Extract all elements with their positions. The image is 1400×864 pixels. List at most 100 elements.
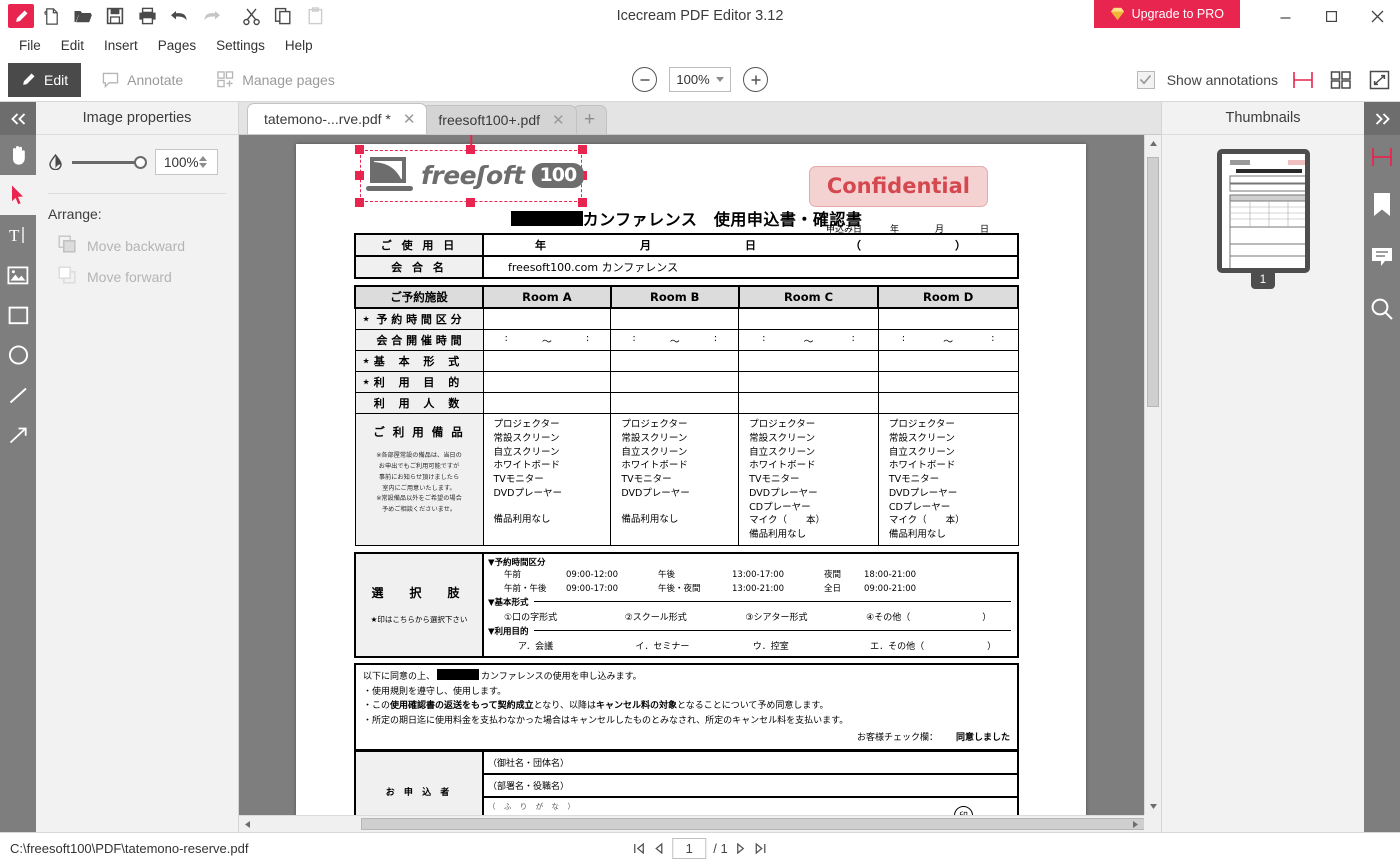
- cell-format-c[interactable]: [738, 350, 879, 372]
- resize-handle-ne[interactable]: [578, 145, 587, 154]
- opacity-slider-knob[interactable]: [134, 155, 147, 169]
- cell-attendees-c[interactable]: [738, 392, 879, 414]
- arrow-tool-icon[interactable]: [0, 415, 36, 455]
- resize-handle-s[interactable]: [466, 198, 475, 207]
- new-file-icon[interactable]: [36, 2, 66, 30]
- save-icon[interactable]: [100, 2, 130, 30]
- bookmark-icon[interactable]: [1364, 179, 1400, 231]
- cell-hours-b[interactable]: : ～:: [610, 329, 740, 351]
- equipment-list-a[interactable]: プロジェクター 常設スクリーン 自立スクリーン ホワイトボード TVモニター D…: [482, 413, 612, 546]
- tab-freesoft100[interactable]: freesoft100+.pdf ✕: [421, 105, 577, 134]
- pdf-page[interactable]: freeʃoft 100 Confidential 申込み日 年 月 日 カンフ…: [296, 135, 1086, 832]
- next-page-button[interactable]: [735, 843, 748, 854]
- fullscreen-icon[interactable]: [1366, 68, 1392, 92]
- mode-edit-button[interactable]: Edit: [8, 62, 82, 97]
- image-tool-icon[interactable]: [0, 255, 36, 295]
- last-page-button[interactable]: [755, 843, 768, 854]
- first-page-button[interactable]: [632, 843, 645, 854]
- cell-purpose-a[interactable]: [482, 371, 612, 393]
- tab-tatemono-reserve[interactable]: tatemono-...rve.pdf * ✕: [247, 103, 428, 134]
- menu-help[interactable]: Help: [276, 35, 322, 56]
- minimize-button[interactable]: [1262, 0, 1308, 32]
- menu-insert[interactable]: Insert: [95, 35, 147, 56]
- new-tab-button[interactable]: +: [572, 105, 607, 134]
- cell-format-a[interactable]: [482, 350, 612, 372]
- cell-purpose-b[interactable]: [610, 371, 740, 393]
- use-date-value-cell[interactable]: 年 月 日 （ ）: [482, 233, 1019, 257]
- hand-tool-icon[interactable]: [0, 135, 36, 175]
- resize-handle-se[interactable]: [578, 198, 587, 207]
- vertical-scrollbar-thumb[interactable]: [1147, 157, 1159, 407]
- line-tool-icon[interactable]: [0, 375, 36, 415]
- cell-timeslot-c[interactable]: [738, 307, 879, 330]
- confidential-stamp[interactable]: Confidential: [808, 166, 988, 207]
- cell-timeslot-b[interactable]: [610, 307, 740, 330]
- meeting-name-value[interactable]: freesoft100.com カンファレンス: [482, 255, 1019, 279]
- selected-logo-image[interactable]: freeʃoft 100: [355, 135, 587, 207]
- menu-file[interactable]: File: [10, 35, 50, 56]
- scroll-right-button[interactable]: [1127, 820, 1144, 829]
- zoom-level-select[interactable]: 100%: [669, 67, 731, 92]
- move-forward-button[interactable]: Move forward: [36, 261, 238, 292]
- menu-edit[interactable]: Edit: [52, 35, 93, 56]
- menu-pages[interactable]: Pages: [149, 35, 205, 56]
- pdf-viewport[interactable]: freeʃoft 100 Confidential 申込み日 年 月 日 カンフ…: [239, 135, 1161, 832]
- cell-attendees-a[interactable]: [482, 392, 612, 414]
- resize-handle-n[interactable]: [466, 145, 475, 154]
- opacity-slider[interactable]: [72, 155, 147, 169]
- horizontal-scrollbar[interactable]: [239, 815, 1149, 832]
- previous-page-button[interactable]: [652, 843, 665, 854]
- upgrade-to-pro-button[interactable]: Upgrade to PRO: [1093, 0, 1240, 28]
- comment-icon[interactable]: [1364, 231, 1400, 283]
- show-annotations-checkbox[interactable]: [1136, 70, 1155, 89]
- resize-handle-w[interactable]: [355, 171, 364, 180]
- rectangle-tool-icon[interactable]: [0, 295, 36, 335]
- equipment-list-d[interactable]: プロジェクター 常設スクリーン 自立スクリーン ホワイトボード TVモニター D…: [877, 413, 1019, 546]
- cell-purpose-d[interactable]: [877, 371, 1019, 393]
- equipment-list-b[interactable]: プロジェクター 常設スクリーン 自立スクリーン ホワイトボード TVモニター D…: [610, 413, 740, 546]
- cell-hours-d[interactable]: : ～:: [877, 329, 1019, 351]
- tab-close-icon[interactable]: ✕: [403, 112, 416, 127]
- edit-pencil-icon[interactable]: [8, 4, 34, 28]
- open-folder-icon[interactable]: [68, 2, 98, 30]
- ellipse-tool-icon[interactable]: [0, 335, 36, 375]
- cell-hours-c[interactable]: : ～:: [738, 329, 879, 351]
- cell-attendees-b[interactable]: [610, 392, 740, 414]
- close-button[interactable]: [1354, 0, 1400, 32]
- resize-handle-sw[interactable]: [355, 198, 364, 207]
- equipment-list-c[interactable]: プロジェクター 常設スクリーン 自立スクリーン ホワイトボード TVモニター D…: [738, 413, 879, 546]
- department-field[interactable]: （部署名・役職名）: [482, 772, 1019, 798]
- zoom-out-button[interactable]: [632, 67, 657, 92]
- maximize-button[interactable]: [1308, 0, 1354, 32]
- grid-view-icon[interactable]: [1328, 68, 1354, 92]
- resize-handle-nw[interactable]: [355, 145, 364, 154]
- scroll-down-button[interactable]: [1145, 798, 1161, 815]
- horizontal-scrollbar-thumb[interactable]: [361, 818, 1149, 830]
- opacity-input[interactable]: 100%: [155, 149, 218, 175]
- page-thumbnail[interactable]: [1216, 149, 1310, 273]
- menu-settings[interactable]: Settings: [207, 35, 274, 56]
- collapse-left-panel-button[interactable]: [0, 102, 36, 135]
- select-arrow-icon[interactable]: [0, 175, 36, 215]
- vertical-scrollbar[interactable]: [1144, 135, 1161, 815]
- split-view-icon[interactable]: [1364, 135, 1400, 179]
- text-tool-icon[interactable]: T: [0, 215, 36, 255]
- cut-icon[interactable]: [236, 2, 266, 30]
- stepper-up-icon[interactable]: [198, 156, 207, 161]
- mode-manage-pages-button[interactable]: Manage pages: [204, 63, 348, 97]
- scroll-up-button[interactable]: [1145, 135, 1161, 152]
- collapse-right-panel-button[interactable]: [1364, 102, 1400, 135]
- stepper-down-icon[interactable]: [198, 163, 207, 168]
- zoom-in-button[interactable]: [743, 67, 768, 92]
- cell-timeslot-a[interactable]: [482, 307, 612, 330]
- copy-icon[interactable]: [268, 2, 298, 30]
- tab-close-icon[interactable]: ✕: [552, 113, 565, 128]
- cell-format-d[interactable]: [877, 350, 1019, 372]
- opacity-stepper[interactable]: [198, 156, 213, 168]
- search-icon[interactable]: [1364, 283, 1400, 335]
- print-icon[interactable]: [132, 2, 162, 30]
- page-number-input[interactable]: 1: [672, 838, 707, 859]
- cell-format-b[interactable]: [610, 350, 740, 372]
- cell-timeslot-d[interactable]: [877, 307, 1019, 330]
- cell-hours-a[interactable]: : ～:: [482, 329, 612, 351]
